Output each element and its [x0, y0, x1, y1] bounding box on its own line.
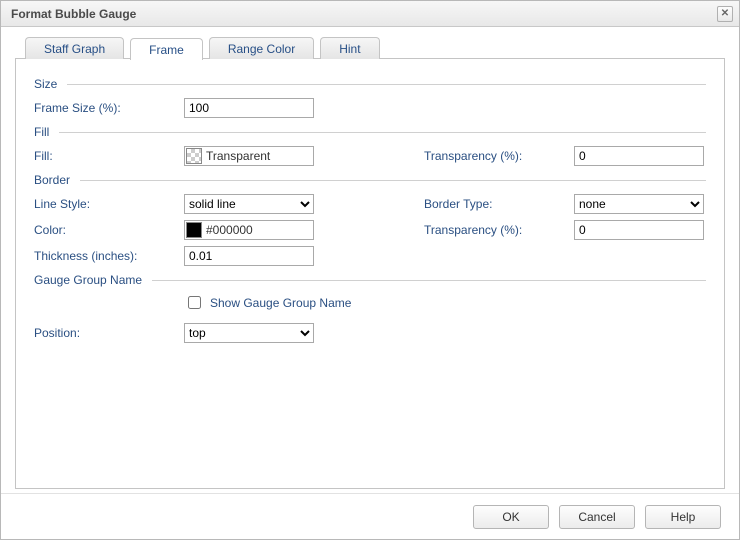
border-type-select[interactable]: none	[574, 194, 704, 214]
thickness-input[interactable]	[184, 246, 314, 266]
frame-size-input[interactable]	[184, 98, 314, 118]
frame-panel: Size Frame Size (%): Fill Fill:	[15, 58, 725, 489]
section-header-fill: Fill	[34, 125, 706, 139]
border-color-label: Color:	[34, 223, 184, 237]
cancel-button[interactable]: Cancel	[559, 505, 635, 529]
section-header-border: Border	[34, 173, 706, 187]
gauge-group-section: Gauge Group Name Show Gauge Group Name P…	[34, 273, 706, 344]
dialog-title: Format Bubble Gauge	[11, 7, 717, 21]
tab-range-color[interactable]: Range Color	[209, 37, 314, 59]
tab-hint[interactable]: Hint	[320, 37, 379, 59]
black-swatch-icon	[186, 222, 202, 238]
close-icon: ✕	[721, 8, 729, 19]
border-color-value[interactable]	[203, 223, 313, 237]
tab-label: Hint	[339, 42, 360, 56]
section-title: Gauge Group Name	[34, 273, 142, 287]
frame-size-label: Frame Size (%):	[34, 101, 184, 115]
fill-transparency-label: Transparency (%):	[424, 149, 574, 163]
fill-color-picker[interactable]	[184, 146, 314, 166]
tab-frame[interactable]: Frame	[130, 38, 203, 60]
dialog-body: Staff Graph Frame Range Color Hint Size …	[1, 27, 739, 493]
tab-staff-graph[interactable]: Staff Graph	[25, 37, 124, 59]
format-bubble-gauge-dialog: Format Bubble Gauge ✕ Staff Graph Frame …	[0, 0, 740, 540]
transparent-swatch-icon	[186, 148, 202, 164]
dialog-footer: OK Cancel Help	[1, 493, 739, 539]
section-divider	[152, 280, 706, 281]
tab-label: Frame	[149, 43, 184, 57]
ok-button[interactable]: OK	[473, 505, 549, 529]
show-gauge-group-label: Show Gauge Group Name	[210, 296, 351, 310]
help-button[interactable]: Help	[645, 505, 721, 529]
line-style-select[interactable]: solid line	[184, 194, 314, 214]
tab-label: Staff Graph	[44, 42, 105, 56]
section-title: Fill	[34, 125, 49, 139]
size-section: Size Frame Size (%):	[34, 77, 706, 119]
fill-transparency-input[interactable]	[574, 146, 704, 166]
fill-color-value[interactable]	[203, 149, 313, 163]
fill-label: Fill:	[34, 149, 184, 163]
border-color-picker[interactable]	[184, 220, 314, 240]
position-label: Position:	[34, 326, 184, 340]
border-section: Border Line Style: solid line Border Typ…	[34, 173, 706, 267]
show-gauge-group-checkbox[interactable]	[188, 296, 201, 309]
section-divider	[80, 180, 706, 181]
fill-section: Fill Fill: Transparency (%):	[34, 125, 706, 167]
section-divider	[67, 84, 706, 85]
border-transparency-input[interactable]	[574, 220, 704, 240]
line-style-label: Line Style:	[34, 197, 184, 211]
section-title: Size	[34, 77, 57, 91]
section-divider	[59, 132, 706, 133]
position-select[interactable]: top	[184, 323, 314, 343]
titlebar: Format Bubble Gauge ✕	[1, 1, 739, 27]
section-title: Border	[34, 173, 70, 187]
border-type-label: Border Type:	[424, 197, 574, 211]
close-button[interactable]: ✕	[717, 6, 733, 22]
section-header-gauge-group: Gauge Group Name	[34, 273, 706, 287]
border-transparency-label: Transparency (%):	[424, 223, 574, 237]
thickness-label: Thickness (inches):	[34, 249, 184, 263]
tab-strip: Staff Graph Frame Range Color Hint	[15, 37, 725, 59]
section-header-size: Size	[34, 77, 706, 91]
tab-label: Range Color	[228, 42, 295, 56]
